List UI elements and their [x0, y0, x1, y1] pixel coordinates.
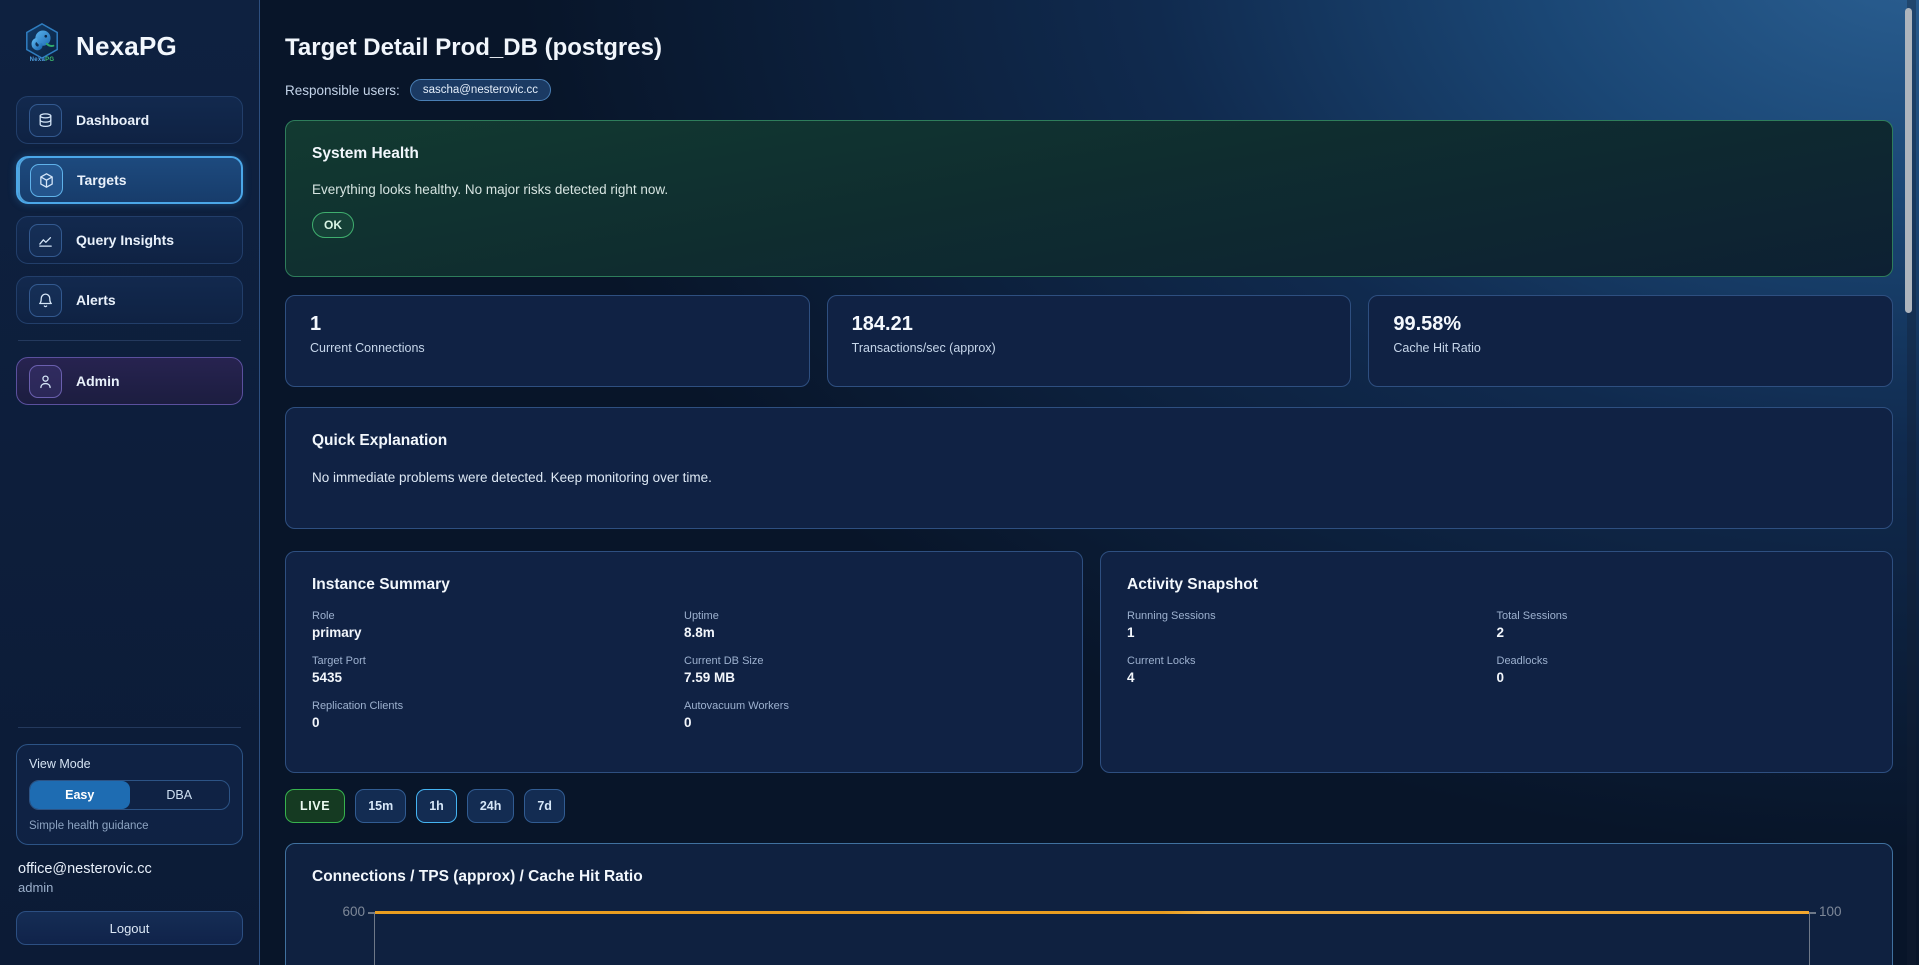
responsible-users-row: Responsible users: sascha@nesterovic.cc [285, 78, 1893, 102]
app-window: NexaPG NexaPG Dashboard [0, 0, 1919, 965]
field-current-locks: Current Locks 4 [1127, 655, 1497, 685]
responsible-users-label: Responsible users: [285, 83, 400, 98]
sidebar-item-label: Targets [77, 172, 127, 188]
scrollbar-track[interactable] [1907, 0, 1916, 965]
sidebar-item-admin[interactable]: Admin [16, 357, 243, 405]
logo-wordmark-small: NexaPG [30, 57, 55, 63]
view-mode-label: View Mode [29, 757, 230, 771]
field-running-sessions: Running Sessions 1 [1127, 610, 1497, 640]
metric-card-cache-hit: 99.58% Cache Hit Ratio [1368, 295, 1893, 387]
time-range-controls: LIVE 15m 1h 24h 7d [285, 789, 1893, 823]
sidebar-item-label: Alerts [76, 292, 116, 308]
chart-plot: 600 100 [312, 912, 1866, 965]
system-health-title: System Health [312, 145, 1866, 163]
metric-card-tps: 184.21 Transactions/sec (approx) [827, 295, 1352, 387]
sidebar: NexaPG NexaPG Dashboard [0, 0, 260, 965]
main-content: Target Detail Prod_DB (postgres) Respons… [260, 0, 1919, 965]
field-replication-clients: Replication Clients 0 [312, 700, 684, 730]
range-button-15m[interactable]: 15m [355, 789, 406, 823]
metric-label: Transactions/sec (approx) [852, 341, 1327, 355]
instance-summary-title: Instance Summary [312, 576, 1056, 594]
quick-explanation-title: Quick Explanation [312, 432, 1866, 450]
cache-hit-ratio-line [375, 911, 1809, 914]
sidebar-item-label: Query Insights [76, 232, 174, 248]
metrics-row: 1 Current Connections 184.21 Transaction… [285, 295, 1893, 387]
sidebar-nav: Dashboard Targets [16, 96, 243, 324]
activity-snapshot-grid: Running Sessions 1 Total Sessions 2 Curr… [1127, 610, 1866, 685]
field-target-port: Target Port 5435 [312, 655, 684, 685]
metric-value: 1 [310, 313, 785, 336]
database-icon [29, 104, 62, 137]
field-db-size: Current DB Size 7.59 MB [684, 655, 1056, 685]
user-block: office@nesterovic.cc admin [16, 861, 243, 895]
cube-icon [30, 164, 63, 197]
instance-summary-grid: Role primary Uptime 8.8m Target Port 543… [312, 610, 1056, 730]
right-axis-tick-label: 100 [1810, 904, 1866, 965]
field-deadlocks: Deadlocks 0 [1497, 655, 1867, 685]
nexapg-logo-icon: NexaPG [20, 22, 64, 70]
user-email: office@nesterovic.cc [18, 861, 241, 877]
responsible-user-badge[interactable]: sascha@nesterovic.cc [410, 79, 551, 101]
system-health-message: Everything looks healthy. No major risks… [312, 182, 1866, 197]
metric-label: Current Connections [310, 341, 785, 355]
brand-name: NexaPG [76, 31, 177, 62]
sidebar-item-query-insights[interactable]: Query Insights [16, 216, 243, 264]
brand: NexaPG NexaPG [16, 20, 243, 74]
page-title: Target Detail Prod_DB (postgres) [285, 34, 1893, 62]
field-autovacuum-workers: Autovacuum Workers 0 [684, 700, 1056, 730]
chart-title: Connections / TPS (approx) / Cache Hit R… [312, 868, 1866, 886]
range-button-1h[interactable]: 1h [416, 789, 457, 823]
metric-value: 99.58% [1393, 313, 1868, 336]
scrollbar-thumb[interactable] [1905, 8, 1912, 313]
live-button[interactable]: LIVE [285, 789, 345, 823]
instance-summary-card: Instance Summary Role primary Uptime 8.8… [285, 551, 1083, 773]
range-button-24h[interactable]: 24h [467, 789, 515, 823]
metric-value: 184.21 [852, 313, 1327, 336]
view-mode-option-dba[interactable]: DBA [130, 781, 230, 809]
bell-icon [29, 284, 62, 317]
system-health-card: System Health Everything looks healthy. … [285, 120, 1893, 277]
sidebar-item-dashboard[interactable]: Dashboard [16, 96, 243, 144]
sidebar-item-targets[interactable]: Targets [16, 156, 243, 204]
range-button-7d[interactable]: 7d [524, 789, 565, 823]
left-axis-tick-label: 600 [312, 904, 374, 965]
view-mode-caption: Simple health guidance [29, 820, 230, 832]
sidebar-item-label: Admin [76, 373, 120, 389]
view-mode-option-easy[interactable]: Easy [30, 781, 130, 809]
sidebar-item-alerts[interactable]: Alerts [16, 276, 243, 324]
sidebar-divider-bottom [18, 727, 241, 728]
sidebar-spacer [16, 405, 243, 711]
metric-label: Cache Hit Ratio [1393, 341, 1868, 355]
summary-row: Instance Summary Role primary Uptime 8.8… [285, 551, 1893, 773]
sidebar-divider [18, 340, 241, 341]
activity-snapshot-card: Activity Snapshot Running Sessions 1 Tot… [1100, 551, 1893, 773]
activity-snapshot-title: Activity Snapshot [1127, 576, 1866, 594]
quick-explanation-message: No immediate problems were detected. Kee… [312, 470, 1866, 485]
metric-card-connections: 1 Current Connections [285, 295, 810, 387]
field-uptime: Uptime 8.8m [684, 610, 1056, 640]
quick-explanation-card: Quick Explanation No immediate problems … [285, 407, 1893, 529]
sidebar-item-label: Dashboard [76, 112, 149, 128]
view-mode-card: View Mode Easy DBA Simple health guidanc… [16, 744, 243, 845]
view-mode-toggle: Easy DBA [29, 780, 230, 810]
field-role: Role primary [312, 610, 684, 640]
logout-button[interactable]: Logout [16, 911, 243, 945]
chart-card: Connections / TPS (approx) / Cache Hit R… [285, 843, 1893, 965]
user-role: admin [18, 880, 241, 895]
chart-plot-area [374, 912, 1810, 965]
field-total-sessions: Total Sessions 2 [1497, 610, 1867, 640]
line-chart-icon [29, 224, 62, 257]
status-badge: OK [312, 212, 354, 238]
user-icon [29, 365, 62, 398]
